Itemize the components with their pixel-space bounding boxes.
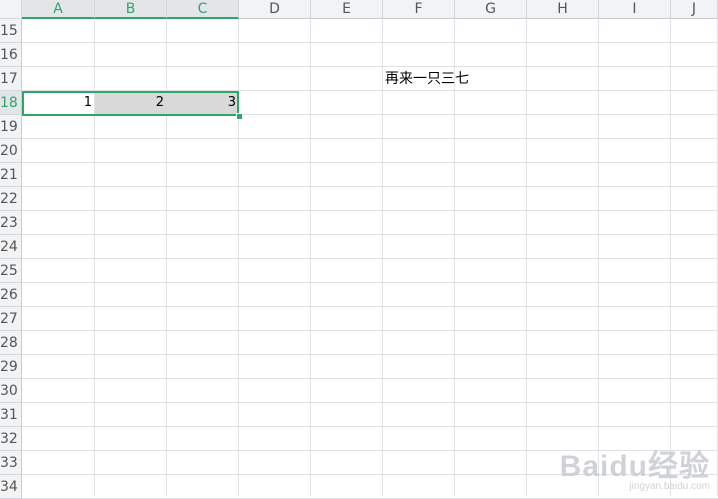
cell-B18[interactable]: 2 <box>95 91 167 115</box>
spreadsheet-grid[interactable]: ABCDEFGHIJ 15 16 17 18 19 20 21 22 23 24 25 26 27 28 2… <box>0 0 718 499</box>
row-header-34[interactable]: 34 <box>0 475 22 499</box>
row-header-23[interactable]: 23 <box>0 211 22 235</box>
row-header-21[interactable]: 21 <box>0 163 22 187</box>
row-header-17[interactable]: 17 <box>0 67 22 91</box>
row-header-20[interactable]: 20 <box>0 139 22 163</box>
row-header-19[interactable]: 19 <box>0 115 22 139</box>
row-gridline <box>22 210 718 211</box>
row-gridline <box>22 234 718 235</box>
row-header-33[interactable]: 33 <box>0 451 22 475</box>
row-header-28[interactable]: 28 <box>0 331 22 355</box>
row-header-18[interactable]: 18 <box>0 91 22 115</box>
row-gridline <box>22 162 718 163</box>
row-gridline <box>22 282 718 283</box>
row-header-27[interactable]: 27 <box>0 307 22 331</box>
column-header-F[interactable]: F <box>383 0 455 19</box>
column-header-C[interactable]: C <box>167 0 239 19</box>
row-header-26[interactable]: 26 <box>0 283 22 307</box>
row-gridline <box>22 330 718 331</box>
row-gridline <box>22 42 718 43</box>
row-header-15[interactable]: 15 <box>0 19 22 43</box>
cell-A18[interactable]: 1 <box>22 91 95 115</box>
row-header-25[interactable]: 25 <box>0 259 22 283</box>
row-gridline <box>22 426 718 427</box>
column-header-D[interactable]: D <box>239 0 311 19</box>
fill-handle[interactable] <box>236 113 243 120</box>
cell-F17[interactable]: 再来一只三七 <box>382 67 532 91</box>
column-header-A[interactable]: A <box>22 0 95 19</box>
row-gridline <box>22 378 718 379</box>
row-header-16[interactable]: 16 <box>0 43 22 67</box>
row-header-30[interactable]: 30 <box>0 379 22 403</box>
row-gridline <box>22 138 718 139</box>
row-header-31[interactable]: 31 <box>0 403 22 427</box>
row-gridline <box>22 66 718 67</box>
column-header-J[interactable]: J <box>671 0 718 19</box>
watermark-logo: Baidu经验 <box>559 450 710 483</box>
column-header-B[interactable]: B <box>95 0 167 19</box>
row-gridline <box>22 186 718 187</box>
row-header-29[interactable]: 29 <box>0 355 22 379</box>
row-header-32[interactable]: 32 <box>0 427 22 451</box>
column-header-H[interactable]: H <box>527 0 599 19</box>
cell-C18[interactable]: 3 <box>167 91 239 115</box>
column-header-E[interactable]: E <box>311 0 383 19</box>
baidu-jingyan-watermark: Baidu经验 jingyan.baidu.com <box>560 441 710 492</box>
row-header-24[interactable]: 24 <box>0 235 22 259</box>
row-gridline <box>22 402 718 403</box>
column-header-I[interactable]: I <box>599 0 671 19</box>
row-gridline <box>22 354 718 355</box>
column-header-G[interactable]: G <box>455 0 527 19</box>
row-gridline <box>22 258 718 259</box>
select-all-corner[interactable] <box>0 0 22 19</box>
row-header-22[interactable]: 22 <box>0 187 22 211</box>
row-gridline <box>22 306 718 307</box>
